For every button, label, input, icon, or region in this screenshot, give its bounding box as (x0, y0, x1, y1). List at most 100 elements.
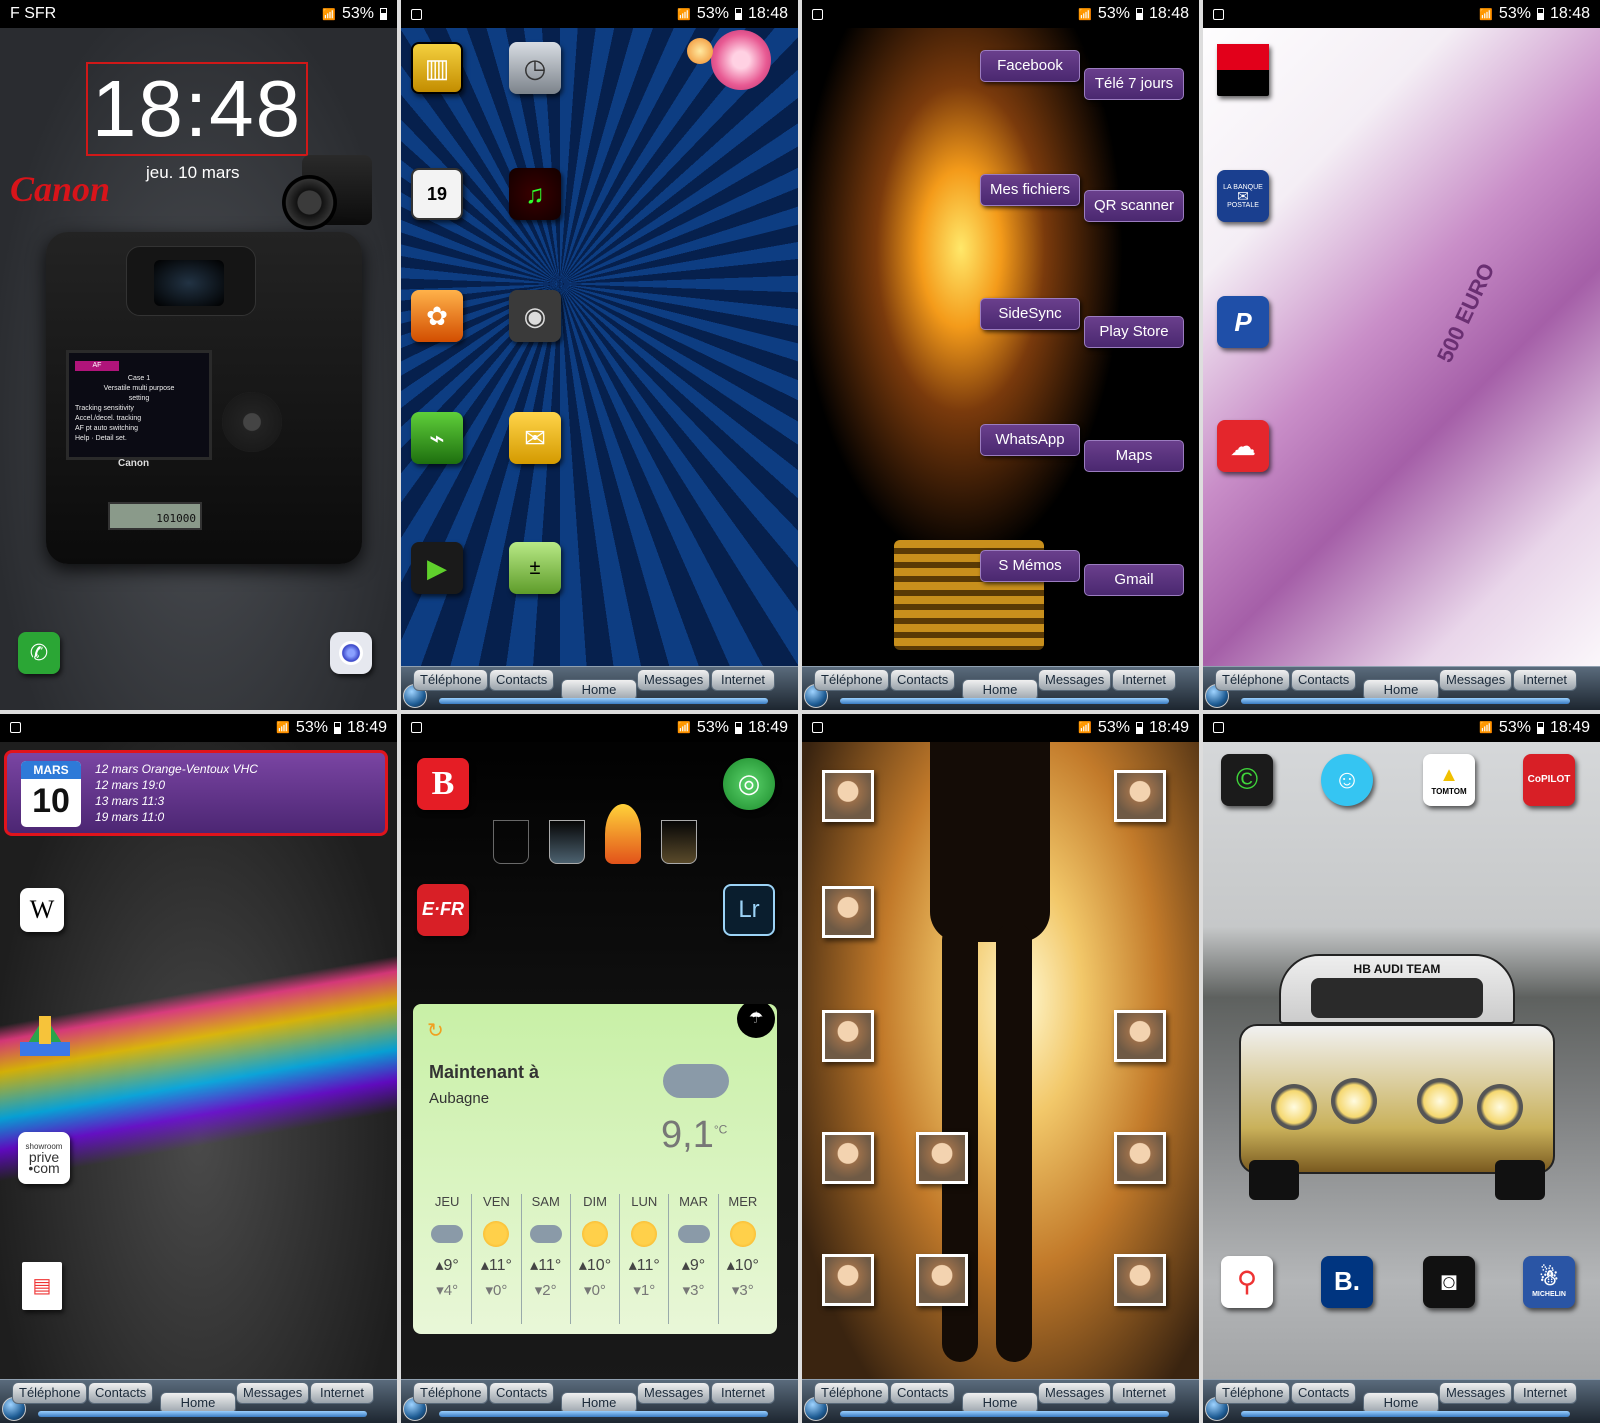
contact-photo[interactable] (822, 1131, 874, 1184)
notification-icon (411, 8, 422, 20)
wikipedia-app-icon[interactable]: W (20, 887, 64, 932)
dock-internet-button[interactable]: Internet (1513, 668, 1577, 691)
dock-internet-button[interactable]: Internet (711, 1382, 775, 1404)
news-app-icon[interactable]: ▤ (22, 1261, 62, 1310)
dock-phone-button[interactable]: Téléphone (413, 668, 489, 691)
tomtom-app-icon[interactable]: ▲ TOMTOM (1423, 753, 1475, 806)
globe-app-icon[interactable]: ◎ (723, 757, 775, 810)
camera-shortcut-icon[interactable] (330, 632, 372, 674)
dock-contacts-button[interactable]: Contacts (890, 1382, 956, 1404)
camera-360-app-icon[interactable]: ◙ (1423, 1255, 1475, 1308)
contact-photo[interactable] (1114, 1009, 1166, 1062)
dock-contacts-button[interactable]: Contacts (489, 1382, 555, 1404)
contact-photo[interactable] (822, 1253, 874, 1306)
gallery-app-icon[interactable]: ✿ (411, 290, 463, 342)
shortcut-s-memos[interactable]: S Mémos (980, 550, 1080, 582)
music-app-icon[interactable]: ♫ (509, 168, 561, 220)
battery-icon (333, 721, 341, 734)
contact-photo[interactable] (822, 769, 874, 822)
wifi-icon: 📶 (677, 8, 691, 21)
shortcut-mes-fichiers[interactable]: Mes fichiers (980, 174, 1080, 206)
clock-app-icon[interactable]: ◷ (509, 42, 561, 94)
coyote-app-icon[interactable]: © (1221, 753, 1273, 806)
dock-phone-button[interactable]: Téléphone (1215, 1382, 1291, 1404)
dock-messages-button[interactable]: Messages (637, 1382, 711, 1404)
camera-body-image: AF Case 1 Versatile multi purpose settin… (46, 232, 362, 564)
efr-app-icon[interactable]: E·FR (417, 883, 469, 936)
current-temp: 9,1 (661, 1113, 714, 1156)
contact-photo[interactable] (916, 1131, 968, 1184)
wifi-icon: 📶 (1078, 8, 1092, 21)
dock-phone-button[interactable]: Téléphone (12, 1382, 88, 1404)
google-maps-app-icon[interactable]: ⚲ (1221, 1255, 1273, 1308)
forecast-high: ▴9° (681, 1256, 706, 1274)
dock-phone-button[interactable]: Téléphone (814, 1382, 890, 1404)
mail-app-icon[interactable]: ✉ (509, 412, 561, 464)
shortcut-sidesync[interactable]: SideSync (980, 298, 1080, 330)
la-banque-postale-app-icon[interactable]: LA BANQUE ✉ POSTALE (1217, 170, 1269, 222)
dock-messages-button[interactable]: Messages (1038, 668, 1112, 691)
refresh-icon[interactable]: ↻ (427, 1018, 444, 1043)
calendar-widget[interactable]: MARS 10 12 mars Orange-Ventoux VHC 12 ma… (4, 749, 388, 836)
camera-body-brand: Canon (118, 458, 150, 469)
video-player-app-icon[interactable]: ▶ (411, 542, 463, 594)
battery-percent: 53% (696, 5, 729, 22)
lightroom-app-icon[interactable]: Lr (723, 883, 775, 936)
dock-internet-button[interactable]: Internet (1112, 1382, 1176, 1404)
dock-contacts-button[interactable]: Contacts (88, 1382, 154, 1404)
contact-photo[interactable] (822, 1009, 874, 1062)
dock-internet-button[interactable]: Internet (1112, 668, 1176, 691)
network-app-icon[interactable]: ⌁ (411, 412, 463, 464)
copilot-app-icon[interactable]: CoPILOT (1523, 753, 1575, 806)
equalizer-app-icon[interactable]: ▥ (411, 42, 463, 94)
google-drive-app-icon[interactable] (20, 1014, 70, 1058)
dock-contacts-button[interactable]: Contacts (489, 668, 555, 691)
contact-photo[interactable] (1114, 769, 1166, 822)
calculator-app-icon[interactable]: ± (509, 542, 561, 594)
dock-internet-button[interactable]: Internet (1513, 1382, 1577, 1404)
paypal-app-icon[interactable]: P (1217, 296, 1269, 348)
michelin-app-icon[interactable]: ☃ MICHELIN (1523, 1255, 1575, 1308)
showroom-prive-app-icon[interactable]: showroom prive •com (18, 1131, 70, 1184)
dock-internet-button[interactable]: Internet (711, 668, 775, 691)
showroom-line3: •com (28, 1160, 60, 1176)
shortcut-tele7jours[interactable]: Télé 7 jours (1084, 68, 1184, 100)
dock-contacts-button[interactable]: Contacts (1291, 668, 1357, 691)
contact-photo[interactable] (822, 885, 874, 938)
calendar-widget-month: MARS (21, 760, 81, 779)
camera-app-icon[interactable]: ◉ (509, 290, 561, 342)
canon-logo: Canon (10, 169, 111, 209)
shortcut-whatsapp[interactable]: WhatsApp (980, 424, 1080, 456)
shortcut-maps[interactable]: Maps (1084, 440, 1184, 472)
dock-messages-button[interactable]: Messages (1439, 1382, 1513, 1404)
contact-photo[interactable] (1114, 1131, 1166, 1184)
dock-phone-button[interactable]: Téléphone (814, 668, 890, 691)
societe-generale-app-icon[interactable] (1217, 44, 1269, 96)
shortcut-qr-scanner[interactable]: QR scanner (1084, 190, 1184, 222)
dock-messages-button[interactable]: Messages (1439, 668, 1513, 691)
notification-icon (10, 722, 21, 733)
phone-shortcut-icon[interactable]: ✆ (18, 632, 60, 674)
dock-phone-button[interactable]: Téléphone (413, 1382, 489, 1404)
shortcut-play-store[interactable]: Play Store (1084, 316, 1184, 348)
dock-messages-button[interactable]: Messages (236, 1382, 310, 1404)
contact-photo[interactable] (1114, 1253, 1166, 1306)
waze-app-icon[interactable]: ☺ (1321, 753, 1373, 806)
dock-contacts-button[interactable]: Contacts (890, 668, 956, 691)
dock-messages-button[interactable]: Messages (637, 668, 711, 691)
shortcut-facebook[interactable]: Facebook (980, 50, 1080, 82)
dock-phone-button[interactable]: Téléphone (1215, 668, 1291, 691)
forecast-low: ▾4° (436, 1281, 459, 1299)
status-bar: 📶 53% 18:49 (0, 713, 397, 742)
booking-app-icon[interactable]: B. (1321, 1255, 1373, 1308)
dock-messages-button[interactable]: Messages (1038, 1382, 1112, 1404)
weather-widget[interactable]: ↻ ☂ Maintenant à Aubagne 9,1°C JEU ▴9° ▾4°… (413, 1003, 777, 1334)
dock-internet-button[interactable]: Internet (310, 1382, 374, 1404)
bitdefender-app-icon[interactable]: B (417, 757, 469, 810)
calendar-app-icon[interactable]: 19 (411, 168, 463, 220)
cloud-sync-app-icon[interactable]: ☁ (1217, 420, 1269, 472)
shortcut-gmail[interactable]: Gmail (1084, 564, 1184, 596)
contact-photo[interactable] (916, 1253, 968, 1306)
forecast-day: MER ▴10° ▾3° (717, 1193, 767, 1324)
dock-contacts-button[interactable]: Contacts (1291, 1382, 1357, 1404)
